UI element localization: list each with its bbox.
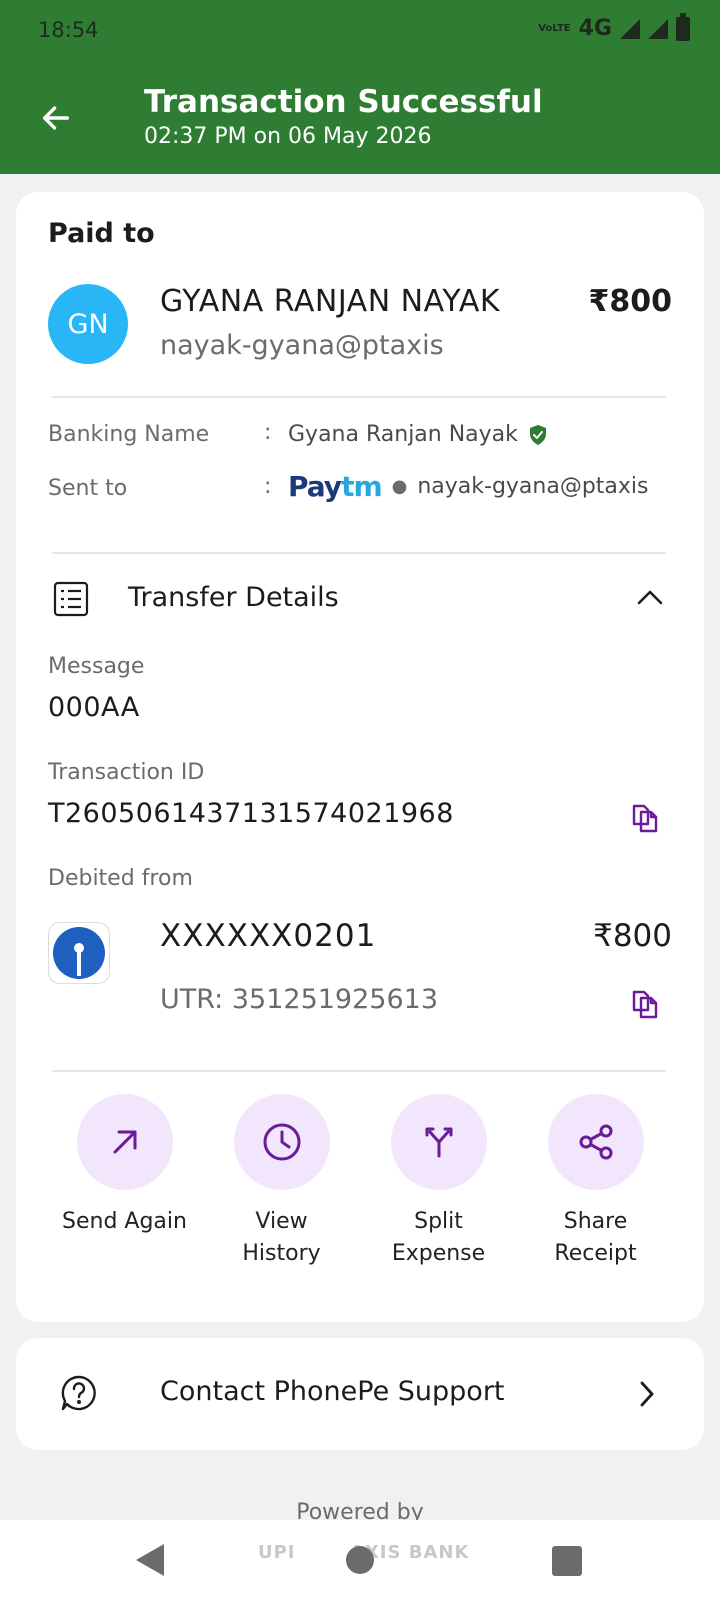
split-expense-button[interactable]: Split Expense — [364, 1094, 514, 1270]
divider — [52, 552, 666, 554]
account-number: XXXXXX0201 — [160, 918, 377, 954]
transaction-id-value: T2605061437131574021968 — [48, 798, 454, 829]
battery-icon — [676, 12, 690, 41]
sbi-bank-logo — [48, 922, 110, 984]
separator-dot: ● — [391, 476, 408, 497]
payee-amount: ₹800 — [588, 284, 673, 319]
banking-name-text: Gyana Ranjan Nayak — [288, 422, 518, 447]
share-receipt-button[interactable]: Share Receipt — [521, 1094, 671, 1270]
chevron-up-icon[interactable] — [636, 588, 664, 606]
copy-icon[interactable] — [630, 802, 660, 834]
volte-indicator: VoLTE — [538, 22, 571, 34]
verified-shield-icon — [529, 424, 546, 445]
help-question-icon — [61, 1375, 96, 1411]
colon: : — [264, 474, 272, 499]
view-history-button[interactable]: View History — [207, 1094, 357, 1270]
status-icons: VoLTE 4G — [538, 12, 690, 41]
signal-icon — [620, 18, 640, 39]
nav-recents-icon[interactable] — [552, 1546, 582, 1576]
transfer-details-title[interactable]: Transfer Details — [128, 582, 339, 613]
utr-number: UTR: 351251925613 — [160, 984, 439, 1015]
receipt-list-icon — [53, 581, 89, 617]
copy-icon[interactable] — [630, 988, 660, 1020]
bank-icon — [53, 927, 105, 979]
nav-back-icon[interactable] — [136, 1544, 164, 1576]
signal-icon-2 — [648, 18, 668, 39]
back-button[interactable] — [36, 98, 76, 138]
transaction-card: Paid to GN GYANA RANJAN NAYAK ₹800 nayak… — [16, 192, 704, 1322]
paytm-logo: Paytm — [288, 470, 383, 503]
payee-vpa: nayak-gyana@ptaxis — [160, 330, 444, 361]
system-nav-bar: UPI AXIS BANK — [0, 1520, 720, 1600]
quick-actions: Send Again View History Split Expense Sh… — [16, 1094, 704, 1270]
arrow-up-right-icon — [113, 1130, 136, 1154]
contact-support-label: Contact PhonePe Support — [160, 1376, 505, 1407]
banking-name-value: Gyana Ranjan Nayak — [288, 422, 548, 447]
split-icon — [425, 1127, 452, 1158]
clock-icon — [263, 1123, 300, 1161]
debited-amount: ₹800 — [593, 918, 672, 954]
sent-to-label: Sent to — [48, 476, 128, 501]
page-title: Transaction Successful — [144, 84, 543, 120]
colon: : — [264, 420, 272, 445]
nav-home-icon[interactable] — [346, 1546, 374, 1574]
paid-to-label: Paid to — [48, 218, 155, 249]
sent-to-vpa: nayak-gyana@ptaxis — [417, 474, 649, 499]
share-icon — [579, 1124, 612, 1160]
banking-name-label: Banking Name — [48, 422, 210, 447]
transaction-id-label: Transaction ID — [48, 760, 205, 785]
status-time: 18:54 — [38, 18, 99, 42]
payee-name: GYANA RANJAN NAYAK — [160, 284, 501, 319]
arrow-left-icon — [42, 106, 70, 130]
avatar: GN — [48, 284, 128, 364]
chevron-right-icon — [640, 1381, 654, 1407]
debited-from-label: Debited from — [48, 866, 193, 891]
send-again-button[interactable]: Send Again — [50, 1094, 200, 1270]
message-value: 000AA — [48, 692, 140, 723]
header-bar: 18:54 VoLTE 4G Transaction Successful 02… — [0, 0, 720, 174]
divider — [52, 1070, 666, 1072]
sent-to-value: Paytm ● nayak-gyana@ptaxis — [288, 470, 649, 503]
contact-support-row[interactable]: Contact PhonePe Support — [16, 1338, 704, 1450]
message-label: Message — [48, 654, 145, 679]
transaction-datetime: 02:37 PM on 06 May 2026 — [144, 124, 432, 149]
divider — [52, 396, 666, 398]
network-type: 4G — [578, 16, 612, 41]
upi-logo: UPI — [258, 1542, 296, 1563]
